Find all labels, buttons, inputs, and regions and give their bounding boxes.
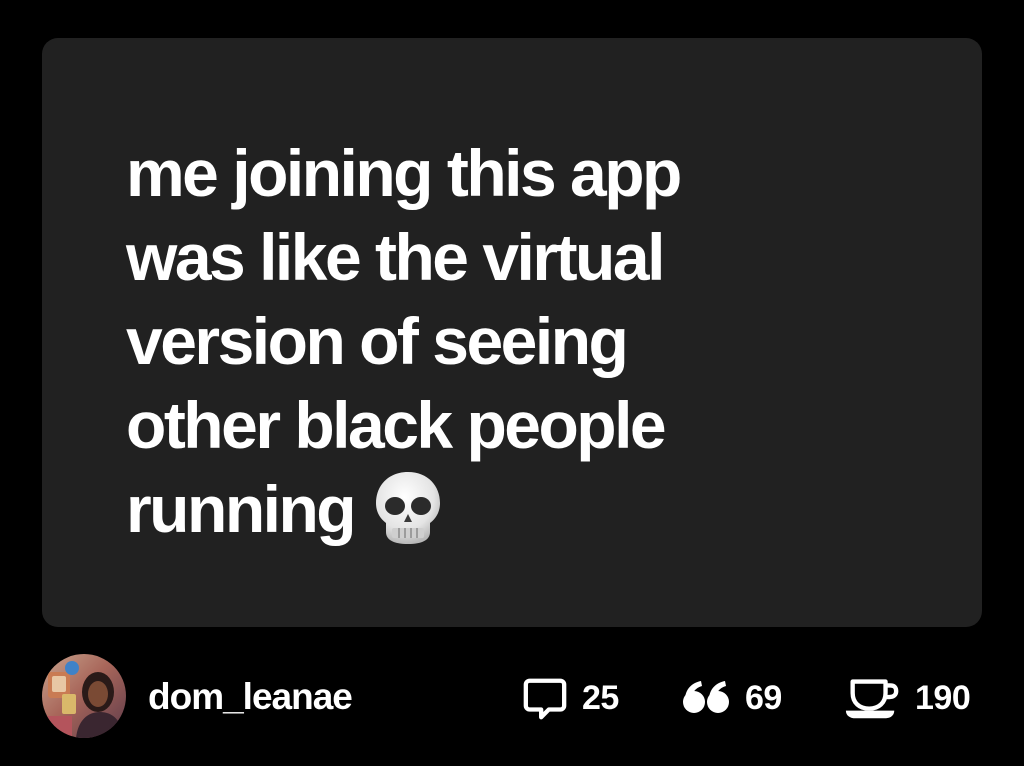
post-text-line: other black people bbox=[126, 388, 667, 462]
post-text-line: was like the virtual bbox=[126, 220, 665, 294]
reposts-count: 190 bbox=[915, 678, 971, 717]
quotes-count: 69 bbox=[745, 678, 782, 717]
quotes-button[interactable]: 69 bbox=[681, 674, 782, 722]
comments-button[interactable]: 25 bbox=[522, 674, 619, 722]
author-username[interactable]: dom_leanae bbox=[148, 676, 353, 718]
reposts-button[interactable]: 190 bbox=[843, 674, 971, 722]
quote-marks-icon bbox=[681, 680, 731, 716]
post-text-line: running bbox=[126, 472, 357, 546]
post-text-last-line: running bbox=[126, 467, 886, 551]
skull-emoji-icon bbox=[372, 470, 444, 546]
post-text-line: version of seeing bbox=[126, 304, 629, 378]
post-text-line: me joining this app bbox=[126, 136, 682, 210]
speech-bubble-icon bbox=[522, 675, 568, 721]
avatar[interactable] bbox=[42, 654, 126, 738]
post-footer: dom_leanae 25 69 190 bbox=[0, 652, 1024, 742]
comments-count: 25 bbox=[582, 678, 619, 717]
post-text: me joining this app was like the virtual… bbox=[126, 131, 886, 551]
teacup-icon bbox=[843, 675, 901, 721]
